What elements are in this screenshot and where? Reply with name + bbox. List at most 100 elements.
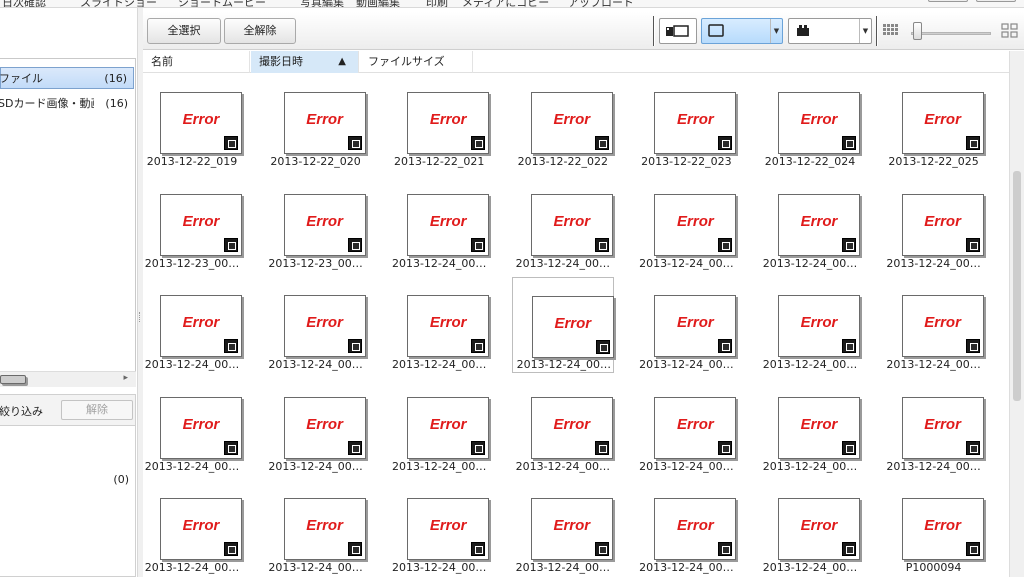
select-checkbox-icon[interactable] (842, 542, 856, 556)
thumbnail-image[interactable]: Error (530, 193, 613, 256)
select-checkbox-icon[interactable] (471, 136, 486, 150)
thumbnail-image[interactable]: Error (778, 295, 860, 357)
thumbnail-item[interactable]: Error 2013-12-24_00… (759, 277, 861, 373)
thumbnail-image[interactable]: Error (901, 193, 984, 256)
thumbnail-image[interactable]: Error (901, 498, 984, 560)
tree-item-sd-card[interactable]: SDカード画像・動画 (16) (0, 93, 134, 115)
select-checkbox-icon[interactable] (347, 440, 362, 455)
select-checkbox-icon[interactable] (471, 440, 486, 455)
thumbnail-item[interactable]: Error 2013-12-22_025 (883, 74, 985, 170)
thumbnail-item[interactable]: Error 2013-12-22_020 (265, 74, 367, 170)
scrollbar-thumb[interactable] (0, 375, 26, 384)
select-checkbox-icon[interactable] (965, 136, 980, 150)
window-button[interactable] (928, 0, 968, 2)
thumbnail-item[interactable]: Error 2013-12-24_00… (511, 277, 614, 373)
thumbnail-item[interactable]: Error 2013-12-24_00… (759, 480, 861, 576)
thumbnail-item[interactable]: Error P1000094 (883, 480, 985, 576)
thumbnail-item[interactable]: Error 2013-12-24_00… (265, 480, 367, 576)
thumbnail-image[interactable]: Error (778, 498, 860, 560)
menu-item[interactable]: メディアにコピー (462, 0, 549, 7)
select-checkbox-icon[interactable] (594, 136, 609, 150)
thumbnail-size-slider-track[interactable] (911, 32, 991, 35)
thumbnail-item[interactable]: Error 2013-12-24_00… (512, 176, 614, 272)
thumbnail-item[interactable]: Error 2013-12-24_00… (143, 379, 243, 475)
select-checkbox-icon[interactable] (718, 237, 733, 252)
camera-view-dropdown[interactable]: ▼ (788, 18, 872, 44)
select-checkbox-icon[interactable] (347, 542, 362, 556)
thumbnail-image[interactable]: Error (160, 295, 242, 357)
menu-item[interactable]: 写真編集 (300, 0, 344, 7)
select-checkbox-icon[interactable] (842, 237, 856, 252)
thumbnail-image[interactable]: Error (530, 396, 613, 459)
chevron-down-icon[interactable]: ▼ (859, 19, 871, 43)
thumbnail-item[interactable]: Error 2013-12-24_00… (512, 480, 614, 576)
select-checkbox-icon[interactable] (842, 440, 856, 455)
thumbnail-image[interactable]: Error (654, 295, 737, 357)
thumbnail-image[interactable]: Error (530, 498, 613, 560)
thumbnail-item[interactable]: Error 2013-12-24_00… (388, 379, 490, 475)
thumbnail-image[interactable]: Error (778, 92, 860, 154)
select-checkbox-icon[interactable] (842, 339, 856, 353)
thumbnail-image[interactable]: Error (283, 193, 366, 256)
menu-item[interactable]: 動画編集 (356, 0, 400, 7)
select-checkbox-icon[interactable] (718, 542, 733, 556)
thumbnail-item[interactable]: Error 2013-12-23_00… (265, 176, 367, 272)
thumbnail-item[interactable]: Error 2013-12-24_00… (265, 277, 367, 373)
thumbnail-image[interactable]: Error (901, 396, 984, 459)
thumbnail-image[interactable]: Error (901, 295, 984, 357)
thumbnail-item[interactable]: Error 2013-12-24_00… (635, 176, 737, 272)
thumbnail-item[interactable]: Error 2013-12-24_00… (883, 176, 985, 272)
thumbnail-item[interactable]: Error 2013-12-24_00… (388, 277, 490, 373)
thumbnail-image[interactable]: Error (654, 92, 737, 154)
thumbnail-image[interactable]: Error (160, 193, 242, 256)
thumbnail-item[interactable]: Error 2013-12-24_00… (635, 379, 737, 475)
thumbnail-image[interactable]: Error (160, 498, 242, 560)
thumbnail-item[interactable]: Error 2013-12-24_00… (143, 480, 243, 576)
select-checkbox-icon[interactable] (224, 237, 238, 252)
thumbnail-image[interactable]: Error (530, 92, 613, 154)
select-checkbox-icon[interactable] (595, 340, 610, 354)
thumbnail-size-slider-thumb[interactable] (913, 22, 922, 40)
select-checkbox-icon[interactable] (471, 237, 486, 252)
thumbnail-item[interactable]: Error 2013-12-22_023 (635, 74, 737, 170)
thumbnail-item[interactable]: Error 2013-12-24_00… (883, 379, 985, 475)
chevron-down-icon[interactable]: ▼ (770, 19, 782, 43)
thumbnail-image[interactable]: Error (407, 396, 490, 459)
thumbnail-image[interactable]: Error (407, 193, 490, 256)
select-all-button[interactable]: 全選択 (147, 18, 221, 44)
column-shooting-date[interactable]: 撮影日時 ▲ (251, 51, 359, 73)
thumbnail-image[interactable]: Error (654, 193, 737, 256)
column-name[interactable]: 名前 (143, 51, 250, 73)
select-checkbox-icon[interactable] (471, 339, 486, 353)
column-file-size[interactable]: ファイルサイズ (360, 51, 473, 73)
deselect-all-button[interactable]: 全解除 (224, 18, 296, 44)
thumbnail-item[interactable]: Error 2013-12-24_00… (143, 277, 243, 373)
tree-item-files[interactable]: ファイル (16) (0, 67, 134, 89)
thumbnail-image[interactable]: Error (160, 92, 242, 154)
select-checkbox-icon[interactable] (965, 440, 980, 455)
film-strip-view-button[interactable] (659, 18, 697, 44)
menu-item[interactable]: ショートムービー (178, 0, 266, 7)
thumbnail-image[interactable]: Error (407, 92, 490, 154)
select-checkbox-icon[interactable] (594, 237, 609, 252)
thumbnail-image[interactable]: Error (407, 295, 490, 357)
window-button[interactable] (976, 0, 1016, 2)
thumbnail-item[interactable]: Error 2013-12-24_00… (883, 277, 985, 373)
thumbnail-item[interactable]: Error 2013-12-24_00… (759, 176, 861, 272)
thumbnail-image[interactable]: Error (283, 92, 366, 154)
thumbnail-item[interactable]: Error 2013-12-24_00… (388, 176, 490, 272)
thumbnail-item[interactable]: Error 2013-12-24_00… (635, 277, 737, 373)
thumbnail-image[interactable]: Error (407, 498, 490, 560)
thumbnail-item[interactable]: Error 2013-12-22_024 (759, 74, 861, 170)
select-checkbox-icon[interactable] (718, 339, 733, 353)
single-view-dropdown[interactable]: ▼ (701, 18, 783, 44)
thumbnail-item[interactable]: Error 2013-12-24_00… (635, 480, 737, 576)
select-checkbox-icon[interactable] (965, 542, 980, 556)
menu-item[interactable]: アップロード (568, 0, 634, 7)
thumbnail-image[interactable]: Error (778, 396, 860, 459)
scrollbar-thumb[interactable] (1013, 171, 1021, 401)
select-checkbox-icon[interactable] (594, 440, 609, 455)
thumbnail-item[interactable]: Error 2013-12-24_00… (759, 379, 861, 475)
select-checkbox-icon[interactable] (224, 339, 238, 353)
thumbnail-item[interactable]: Error 2013-12-24_00… (265, 379, 367, 475)
